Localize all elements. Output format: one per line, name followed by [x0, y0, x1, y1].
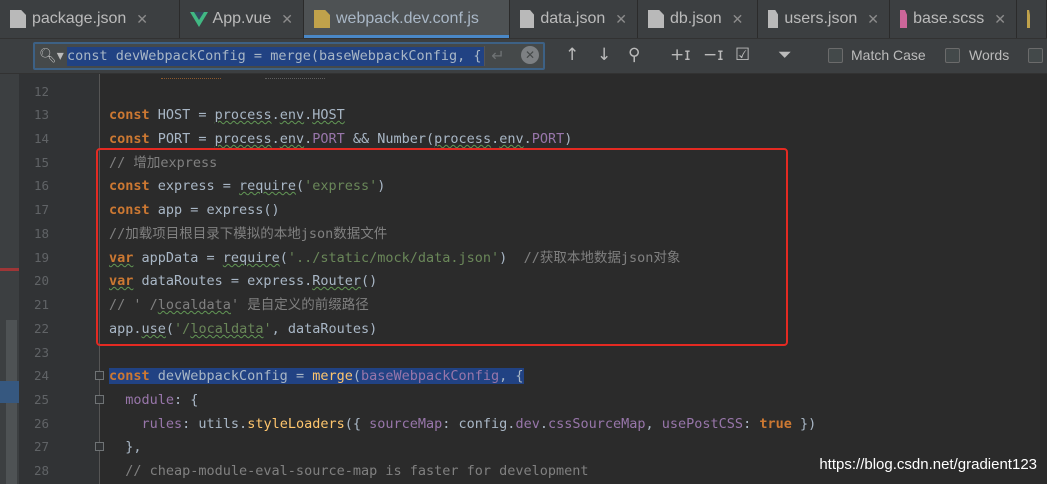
editor-tab-bar: package.json ✕ App.vue ✕ webpack.dev.con…	[0, 0, 1047, 39]
tab-package-json[interactable]: package.json ✕	[0, 0, 180, 38]
next-occurrence-icon[interactable]: ↓	[597, 45, 611, 65]
clear-search-icon[interactable]: ✕	[521, 46, 539, 64]
tab-label: package.json	[32, 10, 127, 27]
fold-toggle-icon[interactable]	[95, 442, 104, 451]
code-line-13[interactable]: const HOST = process.env.HOST	[109, 106, 345, 124]
line-number: 19	[33, 250, 49, 265]
fold-toggle-icon[interactable]	[95, 395, 104, 404]
tab-label: data.json	[540, 10, 606, 27]
tab-users-json[interactable]: users.json ✕	[758, 0, 890, 38]
add-selection-icon[interactable]: +ɪ	[670, 45, 691, 65]
json-file-icon	[10, 10, 26, 28]
code-line-16[interactable]: const express = require('express')	[109, 177, 385, 195]
tab-data-json[interactable]: data.json ✕	[510, 0, 638, 38]
match-case-checkbox[interactable]	[828, 48, 843, 63]
close-icon[interactable]: ✕	[136, 11, 148, 28]
code-line-26[interactable]: rules: utils.styleLoaders({ sourceMap: c…	[109, 415, 817, 433]
line-number: 27	[33, 439, 49, 454]
words-label: Words	[969, 47, 1010, 63]
search-query[interactable]: const devWebpackConfig = merge(baseWebpa…	[67, 47, 484, 66]
project-panel-edge	[0, 74, 19, 484]
code-line-28[interactable]: // cheap-module-eval-source-map is faste…	[109, 462, 588, 480]
line-number: 13	[33, 107, 49, 122]
js-file-icon	[648, 10, 664, 28]
code-line-27[interactable]: },	[109, 438, 141, 456]
js-file-icon	[768, 10, 779, 28]
regex-checkbox[interactable]	[1028, 48, 1043, 63]
code-line-18[interactable]: //加载项目根目录下模拟的本地json数据文件	[109, 225, 387, 243]
line-number: 14	[33, 131, 49, 146]
js-file-icon	[1027, 10, 1030, 28]
filter-icon[interactable]: ⏷	[778, 45, 792, 65]
code-line-25[interactable]: module: {	[109, 391, 198, 409]
tab-base-scss[interactable]: base.scss ✕	[890, 0, 1017, 38]
line-number: 22	[33, 321, 49, 336]
code-line-11-fragment	[265, 74, 325, 79]
code-line-24[interactable]: const devWebpackConfig = merge(baseWebpa…	[109, 367, 524, 385]
close-icon[interactable]: ✕	[732, 11, 744, 28]
code-line-17[interactable]: const app = express()	[109, 201, 280, 219]
line-number: 17	[33, 202, 49, 217]
js-file-icon	[314, 10, 330, 28]
tab-label: App.vue	[212, 10, 272, 27]
vue-file-icon	[190, 10, 208, 28]
tab-label: users.json	[784, 10, 858, 27]
tab-db-json[interactable]: db.json ✕	[638, 0, 758, 38]
find-toolbar: 🔍︎▾ const devWebpackConfig = merge(baseW…	[0, 39, 1047, 74]
code-line-22[interactable]: app.use('/localdata', dataRoutes)	[109, 320, 377, 338]
sass-file-icon	[900, 10, 908, 28]
close-icon[interactable]: ✕	[615, 11, 627, 28]
select-all-occurrences-icon[interactable]: ☑	[735, 45, 750, 65]
code-line-11-fragment	[161, 74, 221, 79]
line-number: 24	[33, 368, 49, 383]
close-icon[interactable]: ✕	[281, 11, 293, 28]
code-line-21[interactable]: // ' /localdata' 是自定义的前缀路径	[109, 296, 369, 314]
line-number: 16	[33, 178, 49, 193]
tab-label: db.json	[670, 10, 722, 27]
line-number: 28	[33, 463, 49, 478]
new-line-icon[interactable]: ↵	[484, 46, 511, 66]
code-line-20[interactable]: var dataRoutes = express.Router()	[109, 272, 377, 290]
watermark-text: https://blog.csdn.net/gradient123	[819, 456, 1037, 473]
line-number: 18	[33, 226, 49, 241]
line-number: 21	[33, 297, 49, 312]
error-marker	[0, 268, 19, 271]
code-line-19[interactable]: var appData = require('../static/mock/da…	[109, 249, 680, 267]
line-number: 23	[33, 345, 49, 360]
selection-marker	[0, 381, 19, 403]
remove-selection-icon[interactable]: −ɪ	[703, 45, 724, 65]
tab-label: webpack.dev.conf.js	[336, 10, 479, 27]
tab-app-vue[interactable]: App.vue ✕	[180, 0, 304, 38]
line-number: 20	[33, 273, 49, 288]
js-file-icon	[520, 10, 535, 28]
tab-overflow[interactable]	[1017, 0, 1047, 38]
line-number: 26	[33, 416, 49, 431]
words-checkbox[interactable]	[945, 48, 960, 63]
line-number: 15	[33, 155, 49, 170]
tab-label: base.scss	[913, 10, 985, 27]
close-icon[interactable]: ✕	[867, 11, 879, 28]
close-icon[interactable]: ✕	[994, 11, 1006, 28]
code-line-15[interactable]: // 增加express	[109, 154, 217, 172]
search-input[interactable]: 🔍︎▾ const devWebpackConfig = merge(baseW…	[33, 42, 545, 70]
code-line-14[interactable]: const PORT = process.env.PORT && Number(…	[109, 130, 572, 148]
find-all-icon[interactable]: ⚲	[628, 45, 640, 65]
line-number: 12	[33, 84, 49, 99]
match-case-label: Match Case	[851, 47, 926, 63]
fold-toggle-icon[interactable]	[95, 371, 104, 380]
search-icon[interactable]: 🔍︎▾	[39, 48, 64, 64]
previous-occurrence-icon[interactable]: ↑	[565, 45, 579, 65]
tab-webpack-dev-conf[interactable]: webpack.dev.conf.js	[304, 0, 510, 38]
line-number: 25	[33, 392, 49, 407]
